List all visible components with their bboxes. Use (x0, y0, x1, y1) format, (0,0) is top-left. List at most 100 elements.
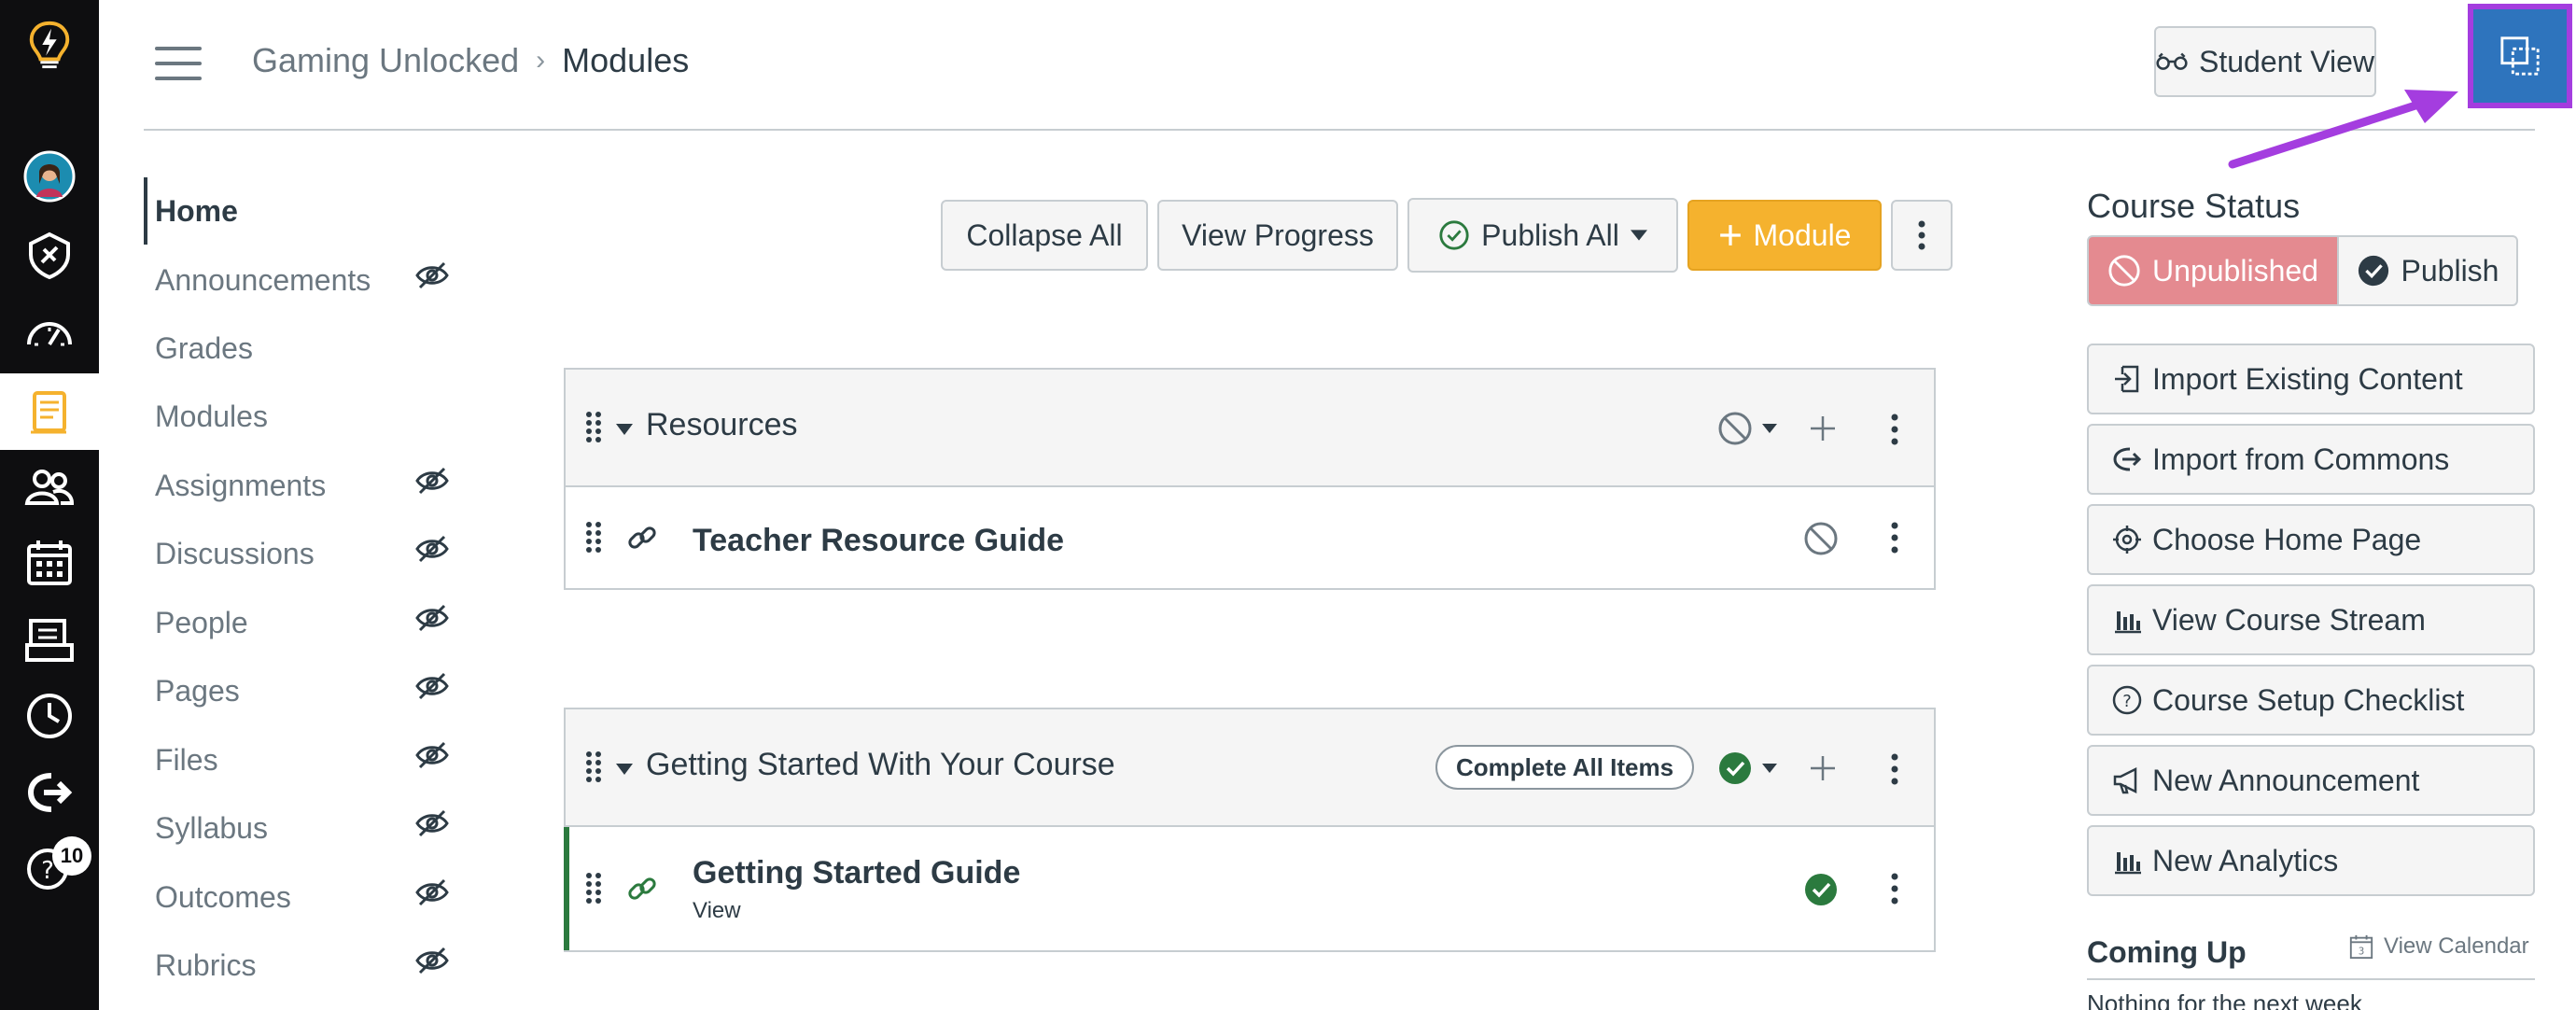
add-item-icon[interactable] (1809, 414, 1837, 442)
bar-chart-icon (2115, 852, 2141, 875)
module-item[interactable]: Teacher Resource Guide (566, 487, 1934, 588)
history-icon[interactable] (0, 678, 99, 754)
collapse-caret-icon[interactable] (616, 764, 633, 775)
publish-button[interactable]: Publish (2339, 235, 2518, 306)
unpublished-icon[interactable] (1803, 521, 1839, 556)
account-avatar[interactable] (0, 138, 99, 215)
question-circle-icon: ? (2112, 685, 2142, 715)
hidden-eye-icon (415, 741, 449, 769)
help-badge: 10 (52, 836, 91, 876)
course-setup-checklist-button[interactable]: ? Course Setup Checklist (2087, 665, 2535, 736)
glasses-icon (2156, 52, 2188, 70)
published-check-icon[interactable] (1803, 872, 1839, 907)
item-title[interactable]: Getting Started Guide (693, 855, 1020, 891)
import-existing-content-label: Import Existing Content (2152, 361, 2463, 396)
breadcrumb-page: Modules (562, 41, 690, 79)
module-getting-started: Getting Started With Your Course Complet… (564, 708, 1936, 952)
commons-icon[interactable] (0, 754, 99, 831)
groups-icon[interactable] (0, 448, 99, 525)
unpublished-icon[interactable] (1717, 411, 1753, 446)
hidden-eye-icon (415, 261, 449, 289)
course-nav-home[interactable]: Home (155, 183, 463, 239)
course-nav-modules[interactable]: Modules (155, 388, 463, 444)
header-divider (144, 129, 2535, 131)
admin-icon[interactable] (0, 217, 99, 293)
calendar-icon[interactable] (0, 525, 99, 601)
import-icon (2115, 365, 2139, 393)
add-module-button[interactable]: Module (1687, 200, 1882, 271)
view-progress-button[interactable]: View Progress (1157, 200, 1398, 271)
collapse-all-button[interactable]: Collapse All (941, 200, 1148, 271)
hidden-eye-icon (415, 467, 449, 495)
dashboard-icon[interactable] (0, 295, 99, 372)
breadcrumb-separator: › (536, 45, 546, 76)
publish-all-button[interactable]: Publish All (1407, 198, 1678, 273)
collapse-caret-icon[interactable] (616, 424, 633, 435)
svg-text:3: 3 (2359, 946, 2365, 957)
copy-windows-icon (2500, 36, 2540, 76)
choose-home-page-button[interactable]: Choose Home Page (2087, 504, 2535, 575)
import-from-commons-button[interactable]: Import from Commons (2087, 424, 2535, 495)
add-module-label: Module (1753, 217, 1852, 252)
kebab-icon[interactable] (1889, 413, 1900, 446)
target-icon (2113, 526, 2141, 554)
bar-chart-icon (2115, 611, 2141, 634)
drag-handle-icon[interactable] (584, 411, 603, 444)
module-item[interactable]: Getting Started Guide View (564, 827, 1934, 950)
course-nav-active-indicator (144, 177, 147, 245)
module-title: Resources (646, 407, 798, 442)
item-requirement: View (693, 898, 741, 923)
view-calendar-link[interactable]: 3 View Calendar (2348, 933, 2529, 960)
new-analytics-button[interactable]: New Analytics (2087, 825, 2535, 896)
view-calendar-label: View Calendar (2384, 933, 2529, 959)
view-course-stream-button[interactable]: View Course Stream (2087, 584, 2535, 655)
link-icon (628, 877, 656, 900)
plus-icon (1719, 225, 1741, 245)
item-title[interactable]: Teacher Resource Guide (693, 523, 1064, 559)
inbox-icon[interactable] (0, 601, 99, 678)
help-icon[interactable]: ? 10 (0, 829, 99, 905)
kebab-icon[interactable] (1889, 521, 1900, 554)
hidden-eye-icon (415, 809, 449, 837)
import-from-commons-label: Import from Commons (2152, 442, 2450, 476)
more-options-button[interactable] (1891, 200, 1953, 271)
check-circle-icon (1439, 220, 1469, 250)
drag-handle-icon[interactable] (584, 521, 603, 554)
caret-down-icon (1630, 230, 1647, 241)
drag-handle-icon[interactable] (584, 872, 603, 905)
course-menu-toggle[interactable] (155, 47, 202, 80)
unpublished-label: Unpublished (2152, 253, 2318, 288)
breadcrumb-course[interactable]: Gaming Unlocked (252, 41, 519, 80)
new-announcement-label: New Announcement (2152, 763, 2420, 797)
global-nav: ? 10 (0, 0, 99, 1010)
unpublished-button[interactable]: Unpublished (2087, 235, 2339, 306)
module-header[interactable]: Getting Started With Your Course Complet… (566, 709, 1934, 827)
kebab-icon[interactable] (1889, 752, 1900, 786)
courses-icon[interactable] (0, 373, 99, 450)
check-circle-icon (2358, 255, 2388, 287)
course-status-heading: Course Status (2087, 187, 2301, 225)
module-header[interactable]: Resources (566, 370, 1934, 487)
published-check-icon[interactable] (1717, 750, 1753, 786)
view-course-stream-label: View Course Stream (2152, 602, 2426, 637)
hidden-eye-icon (415, 878, 449, 906)
kebab-icon[interactable] (1889, 872, 1900, 905)
coming-up-divider (2087, 978, 2535, 980)
publish-label: Publish (2401, 253, 2499, 288)
unpublished-icon (2108, 255, 2140, 287)
caret-down-icon[interactable] (1762, 764, 1777, 773)
import-existing-content-button[interactable]: Import Existing Content (2087, 344, 2535, 414)
toggle-sidebar-button[interactable] (2468, 4, 2572, 108)
caret-down-icon[interactable] (1762, 424, 1777, 433)
drag-handle-icon[interactable] (584, 750, 603, 784)
hidden-eye-icon (415, 535, 449, 563)
logo-icon[interactable] (0, 0, 99, 90)
course-nav-grades[interactable]: Grades (155, 320, 463, 376)
hidden-eye-icon (415, 947, 449, 975)
new-announcement-button[interactable]: New Announcement (2087, 745, 2535, 816)
publish-all-label: Publish All (1481, 217, 1619, 252)
course-setup-checklist-label: Course Setup Checklist (2152, 682, 2465, 717)
breadcrumb: Gaming Unlocked › Modules (252, 41, 689, 80)
commons-icon (2113, 447, 2142, 471)
add-item-icon[interactable] (1809, 754, 1837, 782)
